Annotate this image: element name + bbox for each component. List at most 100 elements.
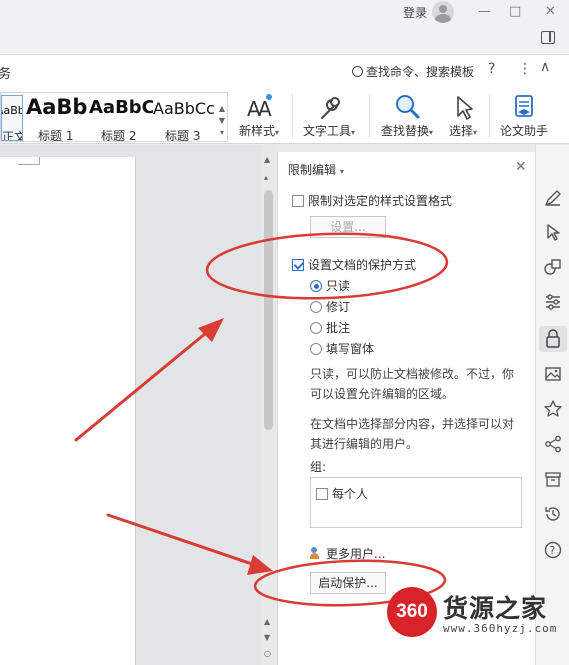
- avatar-icon[interactable]: [432, 1, 454, 23]
- document-page[interactable]: [0, 157, 136, 665]
- radio-icon: [310, 322, 322, 334]
- checkbox-checked-icon: [292, 259, 304, 271]
- vertical-scrollbar[interactable]: ▲ ▴ ▲ ▼ ○: [261, 145, 276, 665]
- help-icon[interactable]: ?: [488, 61, 495, 77]
- find-replace-button[interactable]: 查找替换▾: [378, 92, 436, 139]
- scroll-up-icon[interactable]: ▲: [264, 155, 270, 164]
- style-gallery-scroll[interactable]: ▲ ▼ ▾: [217, 103, 227, 139]
- command-search-label: 查找命令、搜索模板: [366, 65, 475, 79]
- panel-title[interactable]: 限制编辑 ▾: [288, 161, 344, 178]
- doc-assistant-button[interactable]: 论文助手: [497, 92, 551, 139]
- style-normal[interactable]: AaBbCcDd 正文: [1, 95, 23, 141]
- settings-button[interactable]: 设置...: [310, 216, 386, 238]
- more-options-icon[interactable]: ⋮: [518, 61, 532, 77]
- watermark-badge: 360: [387, 587, 437, 637]
- star-icon[interactable]: [543, 399, 563, 419]
- tab-label-partial[interactable]: 务: [0, 63, 11, 82]
- start-protection-button[interactable]: 启动保护...: [310, 572, 386, 594]
- lock-icon[interactable]: [539, 326, 567, 352]
- share-icon[interactable]: [543, 434, 563, 454]
- chevron-down-icon: ▼: [218, 116, 226, 125]
- document-area: [0, 145, 276, 665]
- search-icon: [352, 66, 363, 77]
- login-link[interactable]: 登录: [403, 4, 427, 21]
- option-readonly[interactable]: 只读: [310, 277, 350, 294]
- radio-icon: [310, 301, 322, 313]
- group-label: 组:: [310, 460, 327, 474]
- limit-format-label: 限制对选定的样式设置格式: [308, 194, 453, 208]
- ribbon-separator: [489, 94, 490, 138]
- scroll-select-icon[interactable]: ○: [264, 649, 271, 658]
- shapes-icon[interactable]: [543, 257, 563, 277]
- expand-icon: ▾: [219, 128, 224, 137]
- style-gallery: AaBbCcDd 正文 AaBb 标题 1 AaBbC 标题 2 AaBbCc …: [0, 92, 228, 142]
- collapse-ribbon-icon[interactable]: ∧: [540, 59, 550, 75]
- watermark-brand: 货源之家: [443, 594, 548, 623]
- title-bar: 登录 — □ ✕: [0, 0, 569, 25]
- exception-description: 在文档中选择部分内容，并选择可以对其进行编辑的用户。: [310, 417, 515, 451]
- maximize-icon[interactable]: □: [509, 4, 521, 19]
- scroll-next-icon[interactable]: ▼: [264, 633, 270, 642]
- find-replace-label: 查找替换: [380, 124, 429, 138]
- radio-selected-icon: [310, 280, 322, 292]
- more-users-link[interactable]: 更多用户...: [310, 545, 385, 562]
- checkbox-icon: [316, 488, 328, 500]
- menu-row: [0, 25, 569, 54]
- doc-assistant-icon: [509, 92, 539, 122]
- users-icon: [310, 547, 324, 559]
- text-tools-button[interactable]: 文字工具▾: [300, 92, 358, 139]
- doc-assistant-label: 论文助手: [499, 124, 548, 138]
- ribbon: AaBbCcDd 正文 AaBb 标题 1 AaBbC 标题 2 AaBbCc …: [0, 84, 569, 144]
- text-tools-label: 文字工具: [302, 124, 351, 138]
- command-search[interactable]: 查找命令、搜索模板: [352, 63, 474, 80]
- cursor-icon: [448, 92, 478, 122]
- option-fill-forms[interactable]: 填写窗体: [310, 340, 374, 357]
- select-label: 选择: [448, 124, 473, 138]
- pen-icon[interactable]: [543, 188, 563, 208]
- sidebar-toggle-icon[interactable]: [541, 31, 555, 44]
- option-comment[interactable]: 批注: [310, 319, 350, 336]
- scroll-prev-icon[interactable]: ▲: [264, 617, 270, 626]
- chevron-up-icon: ▲: [218, 104, 226, 113]
- option-revision[interactable]: 修订: [310, 298, 350, 315]
- everyone-label: 每个人: [332, 487, 369, 501]
- wrench-icon: [314, 92, 344, 122]
- set-protection-label: 设置文档的保护方式: [308, 258, 417, 272]
- checkbox-icon: [292, 195, 304, 207]
- history-icon[interactable]: [543, 504, 563, 524]
- chevron-down-icon: ▾: [339, 167, 344, 176]
- scrollbar-thumb[interactable]: [264, 190, 273, 430]
- image-icon[interactable]: [543, 364, 563, 384]
- new-style-icon: AA: [244, 92, 274, 122]
- select-button[interactable]: 选择▾: [444, 92, 482, 139]
- magnifier-icon: [392, 92, 422, 122]
- readonly-description: 只读，可以防止文档被修改。不过，你可以设置允许编辑的区域。: [310, 367, 515, 401]
- style-heading-1[interactable]: AaBb 标题 1: [25, 95, 87, 141]
- group-list: 每个人: [310, 477, 522, 528]
- page-margin-marker: [18, 157, 40, 165]
- set-protection-checkbox[interactable]: 设置文档的保护方式: [292, 256, 416, 273]
- new-style-label: 新样式: [238, 124, 275, 138]
- style-heading-2[interactable]: AaBbC 标题 2: [89, 95, 153, 141]
- style-heading-3[interactable]: AaBbCc 标题 3: [153, 95, 215, 141]
- new-style-button[interactable]: AA 新样式▾: [235, 92, 283, 139]
- archive-icon[interactable]: [543, 469, 563, 489]
- watermark: 360 货源之家 www.360hyzj.com: [383, 585, 569, 640]
- ribbon-separator: [292, 94, 293, 138]
- sliders-icon[interactable]: [543, 292, 563, 312]
- limit-format-checkbox[interactable]: 限制对选定的样式设置格式: [292, 192, 452, 209]
- ribbon-separator: [369, 94, 370, 138]
- everyone-checkbox[interactable]: 每个人: [316, 485, 368, 502]
- svg-text:A: A: [258, 97, 272, 121]
- close-panel-icon[interactable]: ✕: [515, 159, 527, 175]
- watermark-site: www.360hyzj.com: [443, 622, 558, 635]
- help-icon[interactable]: ?: [543, 540, 563, 560]
- svg-text:?: ?: [550, 544, 556, 557]
- cursor-icon[interactable]: [543, 222, 563, 242]
- scroll-up-page-icon[interactable]: ▴: [264, 173, 268, 182]
- command-row: 务 查找命令、搜索模板 ? ⋮ ∧: [0, 54, 569, 84]
- more-users-label: 更多用户...: [326, 547, 386, 561]
- radio-icon: [310, 343, 322, 355]
- close-icon[interactable]: ✕: [545, 4, 556, 19]
- minimize-icon[interactable]: —: [478, 4, 491, 19]
